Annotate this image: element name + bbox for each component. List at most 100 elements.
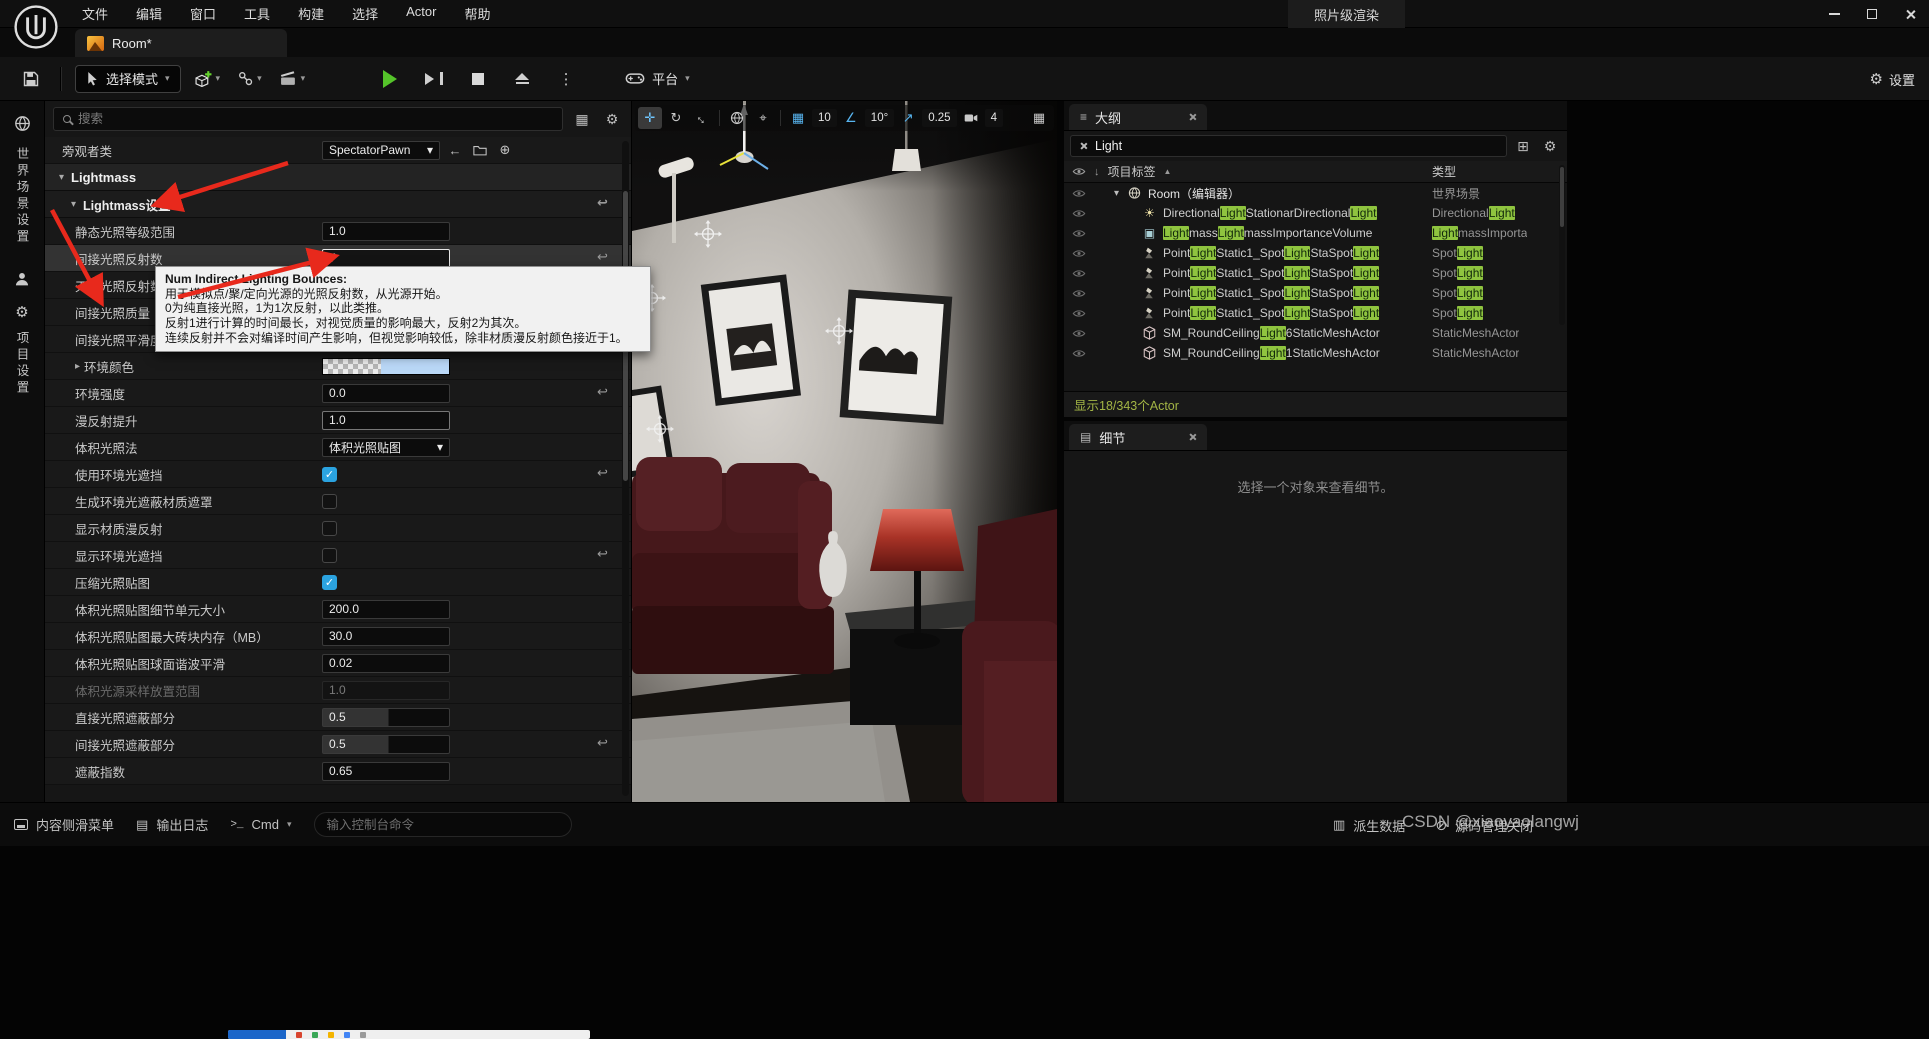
eye-icon[interactable] bbox=[1072, 167, 1086, 176]
reset-to-default-button[interactable]: ↩ bbox=[597, 546, 608, 562]
scale-snap-value[interactable]: 0.25 bbox=[922, 109, 956, 127]
scrollbar[interactable] bbox=[622, 141, 629, 796]
close-button[interactable] bbox=[1891, 0, 1929, 28]
outliner-row[interactable]: ☀DirectionalLightStationarDirectionalLig… bbox=[1064, 203, 1567, 223]
menu-item[interactable]: 工具 bbox=[234, 0, 280, 27]
outliner-row[interactable]: SM_RoundCeilingLight6StaticMeshActorStat… bbox=[1064, 323, 1567, 343]
camera-speed-button[interactable] bbox=[959, 107, 983, 129]
world-space-toggle[interactable] bbox=[725, 107, 749, 129]
minimize-button[interactable] bbox=[1815, 0, 1853, 28]
column-type[interactable]: 类型 bbox=[1432, 163, 1456, 180]
setting-input[interactable]: 1.0 bbox=[322, 222, 450, 241]
console-command-input[interactable] bbox=[314, 812, 572, 837]
section-lightmass[interactable]: ▾ Lightmass bbox=[45, 164, 631, 191]
visibility-eye-icon[interactable] bbox=[1072, 189, 1086, 198]
os-taskbar-sliver[interactable] bbox=[228, 1030, 590, 1039]
save-button[interactable] bbox=[16, 64, 46, 94]
setting-input[interactable]: 0.5 bbox=[322, 735, 450, 754]
grid-snap-toggle[interactable]: ▦ bbox=[786, 107, 810, 129]
setting-checkbox[interactable] bbox=[322, 548, 337, 563]
setting-input[interactable]: 0.65 bbox=[322, 762, 450, 781]
content-drawer-button[interactable]: 内容侧滑菜单 bbox=[14, 815, 114, 834]
viewport-scene[interactable] bbox=[632, 101, 1057, 802]
outliner-row[interactable]: SM_RoundCeilingLight1StaticMeshActorStat… bbox=[1064, 343, 1567, 363]
menu-item[interactable]: 选择 bbox=[342, 0, 388, 27]
reset-to-default-button[interactable]: ↩ bbox=[597, 735, 608, 751]
scale-tool-button[interactable]: ↔ bbox=[690, 107, 714, 129]
select-mode-dropdown[interactable]: 选择模式 ▾ bbox=[75, 65, 181, 93]
menu-item[interactable]: 构建 bbox=[288, 0, 334, 27]
unreal-logo-icon[interactable] bbox=[12, 3, 60, 51]
settings-button[interactable]: ⚙ 设置 bbox=[1870, 57, 1915, 101]
rotation-snap-toggle[interactable]: ∠ bbox=[839, 107, 863, 129]
cinematics-button[interactable]: ▾ bbox=[276, 64, 310, 94]
rotate-tool-button[interactable]: ↻ bbox=[664, 107, 688, 129]
use-selected-asset-icon[interactable]: ← bbox=[445, 140, 465, 160]
setting-input[interactable]: 0.0 bbox=[322, 384, 450, 403]
scale-snap-toggle[interactable]: ↗ bbox=[896, 107, 920, 129]
person-icon[interactable] bbox=[15, 272, 29, 291]
reset-to-default-button[interactable]: ↩ bbox=[597, 249, 608, 265]
clear-search-icon[interactable] bbox=[1079, 142, 1087, 150]
visibility-eye-icon[interactable] bbox=[1072, 289, 1086, 298]
setting-dropdown[interactable]: 体积光照贴图▾ bbox=[322, 438, 450, 457]
rotation-snap-value[interactable]: 10° bbox=[865, 109, 894, 127]
visibility-eye-icon[interactable] bbox=[1072, 329, 1086, 338]
visibility-eye-icon[interactable] bbox=[1072, 349, 1086, 358]
grid-view-icon[interactable]: ▦ bbox=[571, 108, 593, 130]
blueprints-button[interactable]: ▾ bbox=[234, 64, 266, 94]
outliner-row[interactable]: PointLightStatic1_SpotLightStaSpotLightS… bbox=[1064, 243, 1567, 263]
gear-icon[interactable]: ⚙ bbox=[15, 303, 28, 321]
add-actor-button[interactable]: ▾ bbox=[191, 64, 225, 94]
skip-frame-button[interactable] bbox=[419, 64, 449, 94]
outliner-search-input[interactable] bbox=[1095, 139, 1498, 153]
gear-icon[interactable]: ⚙ bbox=[1539, 135, 1561, 157]
scrollbar-thumb[interactable] bbox=[1560, 167, 1564, 227]
add-actor-plus-icon[interactable]: ⊞ bbox=[1512, 135, 1534, 157]
search-input[interactable] bbox=[78, 112, 553, 126]
maximize-button[interactable] bbox=[1853, 0, 1891, 28]
visibility-eye-icon[interactable] bbox=[1072, 209, 1086, 218]
viewport-layout-button[interactable]: ▦ bbox=[1027, 107, 1051, 129]
plus-icon[interactable]: ⊕ bbox=[495, 140, 515, 160]
setting-input[interactable]: 1.0 bbox=[322, 411, 450, 430]
outliner-row[interactable]: ▣LightmassLightmassImportanceVolumeLight… bbox=[1064, 223, 1567, 243]
surface-snap-toggle[interactable]: ⌖ bbox=[751, 107, 775, 129]
setting-input[interactable]: 1.0 bbox=[322, 681, 450, 700]
visibility-eye-icon[interactable] bbox=[1072, 269, 1086, 278]
viewport-3d[interactable]: ✛ ↻ ↔ ⌖ ▦ 10 ∠ 10° ↗ 0.25 4 ▦ bbox=[632, 101, 1057, 802]
setting-input[interactable]: 0.5 bbox=[322, 708, 450, 727]
scrollbar[interactable] bbox=[1559, 165, 1565, 325]
outliner-row[interactable]: PointLightStatic1_SpotLightStaSpotLightS… bbox=[1064, 263, 1567, 283]
setting-input[interactable]: 0.02 bbox=[322, 654, 450, 673]
subsection-lightmass-settings[interactable]: ▾ Lightmass设置 ↩ bbox=[45, 191, 631, 218]
menu-item[interactable]: 编辑 bbox=[126, 0, 172, 27]
grid-snap-value[interactable]: 10 bbox=[812, 109, 837, 127]
setting-checkbox[interactable] bbox=[322, 521, 337, 536]
setting-checkbox[interactable]: ✓ bbox=[322, 575, 337, 590]
visibility-eye-icon[interactable] bbox=[1072, 229, 1086, 238]
setting-checkbox[interactable]: ✓ bbox=[322, 467, 337, 482]
tab-outliner[interactable]: ≡ 大纲 bbox=[1069, 104, 1207, 130]
column-item-label[interactable]: 项目标签 bbox=[1108, 163, 1156, 180]
derived-data-button[interactable]: ▥ 派生数据 bbox=[1333, 816, 1405, 835]
menu-item[interactable]: 窗口 bbox=[180, 0, 226, 27]
eject-button[interactable] bbox=[507, 64, 537, 94]
world-icon[interactable] bbox=[14, 115, 31, 137]
visibility-eye-icon[interactable] bbox=[1072, 249, 1086, 258]
setting-input[interactable]: 30.0 bbox=[322, 627, 450, 646]
setting-input[interactable]: 7 bbox=[322, 249, 450, 268]
rail-tab-project-settings[interactable]: 项目设置 bbox=[13, 331, 32, 397]
stop-button[interactable] bbox=[463, 64, 493, 94]
reset-to-default-button[interactable]: ↩ bbox=[597, 465, 608, 481]
close-icon[interactable] bbox=[1188, 433, 1196, 441]
photoreal-render-button[interactable]: 照片级渲染 bbox=[1288, 0, 1405, 28]
rail-tab-world-settings[interactable]: 世界场景设置 bbox=[13, 147, 32, 246]
output-log-button[interactable]: ▤ 输出日志 bbox=[136, 815, 208, 834]
close-icon[interactable] bbox=[1188, 113, 1196, 121]
reset-to-default-button[interactable]: ↩ bbox=[597, 195, 608, 211]
cmd-dropdown[interactable]: >_ Cmd ▾ bbox=[230, 817, 291, 832]
platforms-dropdown[interactable]: 平台 ▾ bbox=[625, 69, 690, 88]
expander-icon[interactable]: ▸ bbox=[75, 361, 80, 372]
outliner-row[interactable]: PointLightStatic1_SpotLightStaSpotLightS… bbox=[1064, 283, 1567, 303]
